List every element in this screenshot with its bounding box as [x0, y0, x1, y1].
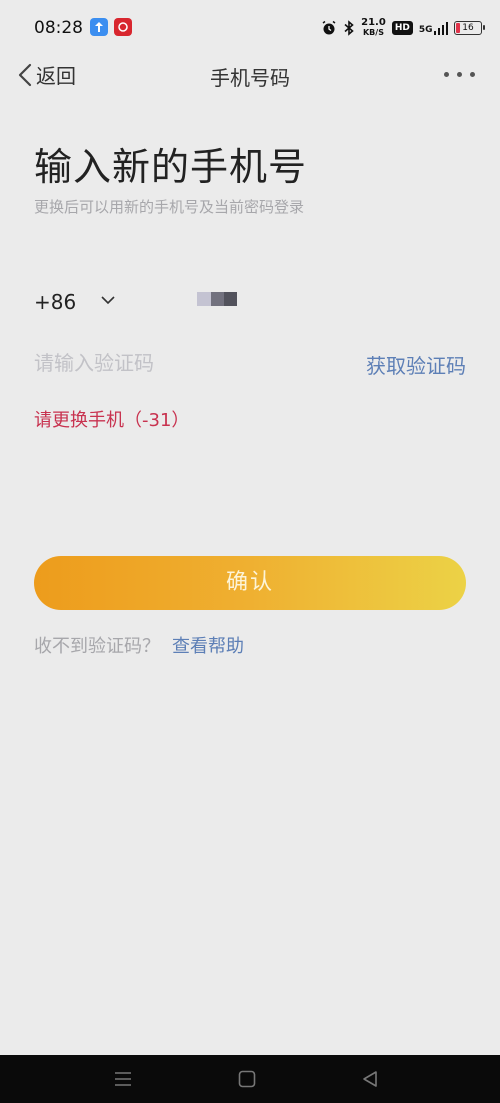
app-notification-icon-2 [114, 18, 132, 36]
menu-icon[interactable] [113, 1069, 133, 1089]
alarm-icon [322, 20, 336, 35]
confirm-button[interactable]: 确认 [34, 556, 466, 610]
home-icon[interactable] [237, 1069, 257, 1089]
country-code-selector[interactable]: +86 [34, 290, 76, 314]
nav-bar: 手机号码 返回 [0, 56, 500, 96]
bluetooth-icon [344, 20, 354, 36]
heading: 输入新的手机号 [34, 145, 308, 189]
help-link[interactable]: 查看帮助 [172, 636, 244, 657]
chevron-down-icon[interactable] [100, 294, 116, 306]
phone-row: +86 [34, 288, 466, 318]
help-question: 收不到验证码？ [34, 636, 160, 657]
app-notification-icon [90, 18, 108, 36]
verification-code-input[interactable] [34, 348, 294, 378]
get-code-button[interactable]: 获取验证码 [366, 350, 466, 379]
net-speed-value: 21.0 [361, 17, 386, 28]
net-speed: 21.0 KB/S [361, 18, 386, 38]
network-type: 5G [418, 25, 433, 35]
net-speed-unit: KB/S [362, 28, 384, 37]
back-button[interactable]: 返回 [16, 60, 76, 89]
phone-number-masked[interactable] [197, 292, 237, 306]
back-label: 返回 [36, 64, 76, 88]
code-row: 获取验证码 [34, 348, 466, 380]
battery-icon: 16 [454, 21, 485, 35]
more-options-button[interactable] [442, 62, 478, 86]
hd-badge: HD [391, 21, 413, 35]
status-indicators: 21.0 KB/S HD 5G 16 [321, 16, 485, 40]
subheading: 更换后可以用新的手机号及当前密码登录 [34, 198, 305, 216]
back-triangle-icon[interactable] [360, 1069, 380, 1089]
system-nav-bar [0, 1055, 500, 1103]
chevron-left-icon [18, 63, 32, 86]
help-row: 收不到验证码？ 查看帮助 [34, 632, 244, 658]
error-message: 请更换手机（-31） [34, 410, 190, 431]
battery-level: 16 [462, 23, 474, 33]
status-bar: 08:28 21.0 KB/S HD 5G 16 [0, 0, 500, 56]
status-time: 08:28 [34, 18, 83, 38]
signal-icon: 5G [419, 21, 448, 35]
